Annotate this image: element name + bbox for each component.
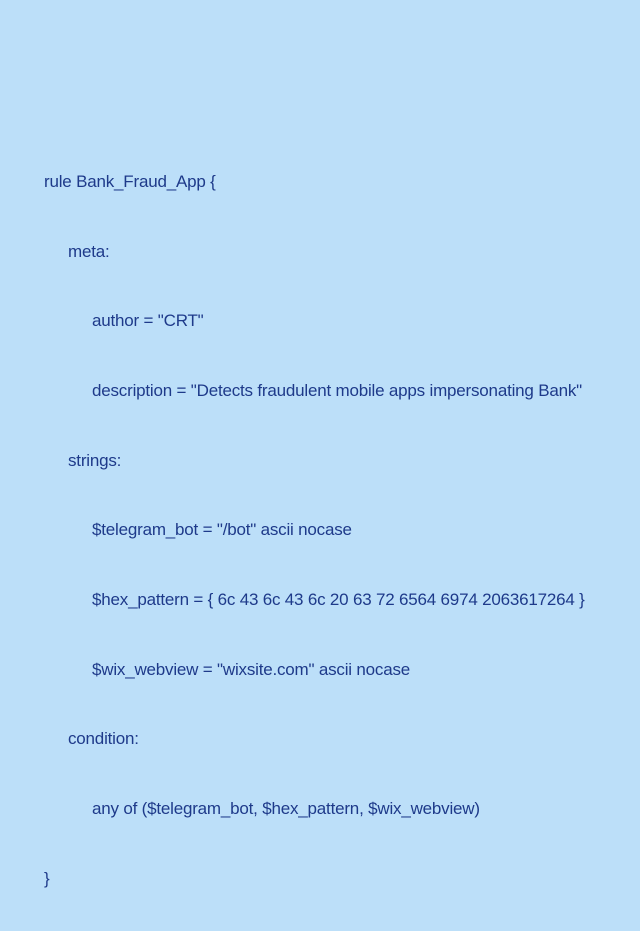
strings-section-header: strings:	[44, 444, 596, 479]
string-wix-line: $wix_webview = "wixsite.com" ascii nocas…	[44, 653, 596, 688]
close-brace: }	[44, 862, 596, 897]
string-hex-line: $hex_pattern = { 6c 43 6c 43 6c 20 63 72…	[44, 583, 596, 618]
meta-description-line: description = "Detects fraudulent mobile…	[44, 374, 596, 409]
condition-expression: any of ($telegram_bot, $hex_pattern, $wi…	[44, 792, 596, 827]
string-telegram-line: $telegram_bot = "/bot" ascii nocase	[44, 513, 596, 548]
open-brace: {	[210, 172, 215, 191]
condition-section-header: condition:	[44, 722, 596, 757]
rule-declaration: rule Bank_Fraud_App {	[44, 165, 596, 200]
yara-rule-code: rule Bank_Fraud_App { meta: author = "CR…	[44, 130, 596, 931]
rule-keyword: rule	[44, 172, 72, 191]
meta-section-header: meta:	[44, 235, 596, 270]
rule-name: Bank_Fraud_App	[76, 172, 206, 191]
meta-author-line: author = "CRT"	[44, 304, 596, 339]
